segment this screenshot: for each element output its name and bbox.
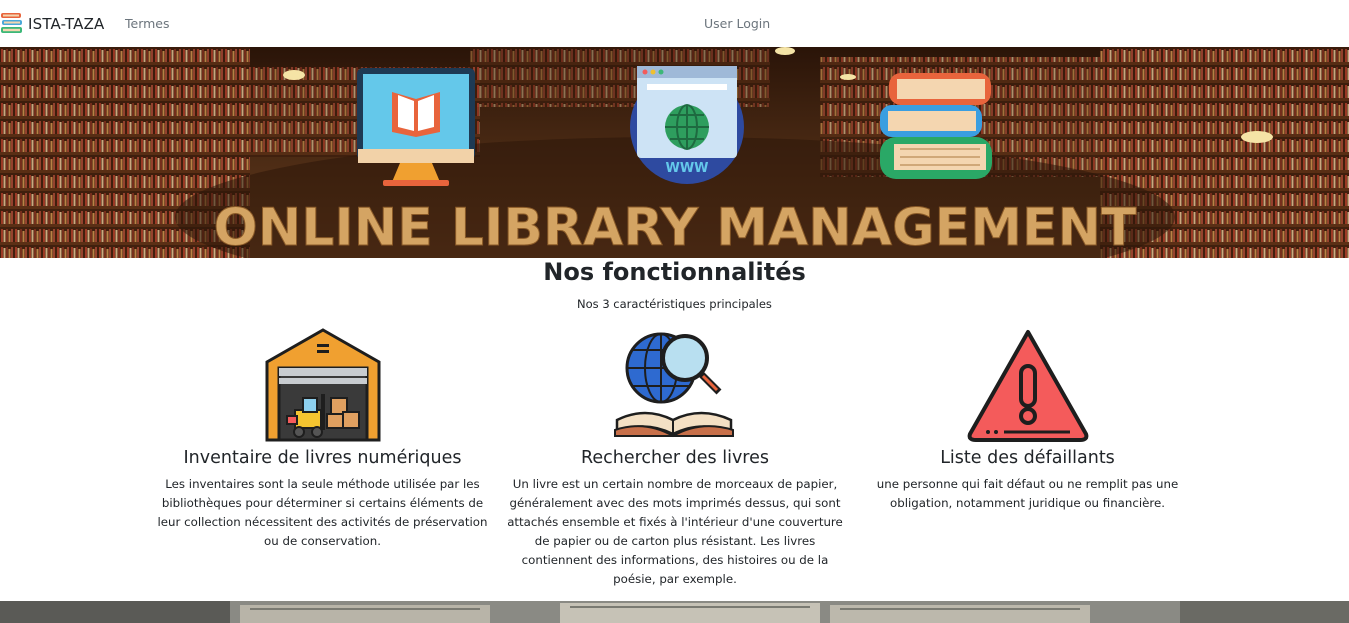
navbar: ISTA-TAZA Termes User Login: [0, 0, 1349, 47]
www-globe-icon: WWW: [630, 66, 744, 184]
www-label: WWW: [665, 161, 708, 176]
feature-title: Rechercher des livres: [581, 448, 769, 468]
book-search-icon: [614, 332, 734, 438]
feature-inventory: Inventaire de livres numériques Les inve…: [155, 328, 490, 551]
feature-title: Liste des défaillants: [940, 448, 1115, 468]
footer-background-image: [0, 601, 1349, 623]
nav-link-user-login[interactable]: User Login: [704, 16, 770, 31]
features-title: Nos fonctionnalités: [543, 258, 806, 286]
feature-text: une personne qui fait défaut ou ne rempl…: [876, 477, 1179, 510]
warehouse-icon: [265, 328, 380, 442]
brand-link[interactable]: ISTA-TAZA: [0, 9, 105, 39]
feature-defaulters-list: Liste des défaillants une personne qui f…: [860, 328, 1195, 513]
feature-text: Les inventaires sont la seule méthode ut…: [157, 477, 488, 548]
brand-name: ISTA-TAZA: [28, 15, 105, 33]
feature-text: Un livre est un certain nombre de morcea…: [507, 477, 843, 586]
books-logo-icon: [1, 13, 22, 33]
banner-title: ONLINE LIBRARY MANAGEMENT: [214, 198, 1137, 258]
books-stack-icon: [880, 73, 992, 179]
feature-search-books: Rechercher des livres Un livre est un ce…: [505, 328, 845, 589]
features-subtitle: Nos 3 caractéristiques principales: [577, 297, 772, 311]
hero-banner: WWW ONLINE LIBRARY MANAGEMENT: [0, 47, 1349, 258]
warning-icon: [967, 330, 1088, 442]
library-banner-image: WWW ONLINE LIBRARY MANAGEMENT: [0, 47, 1349, 258]
feature-title: Inventaire de livres numériques: [183, 448, 462, 468]
nav-link-termes[interactable]: Termes: [125, 16, 170, 31]
